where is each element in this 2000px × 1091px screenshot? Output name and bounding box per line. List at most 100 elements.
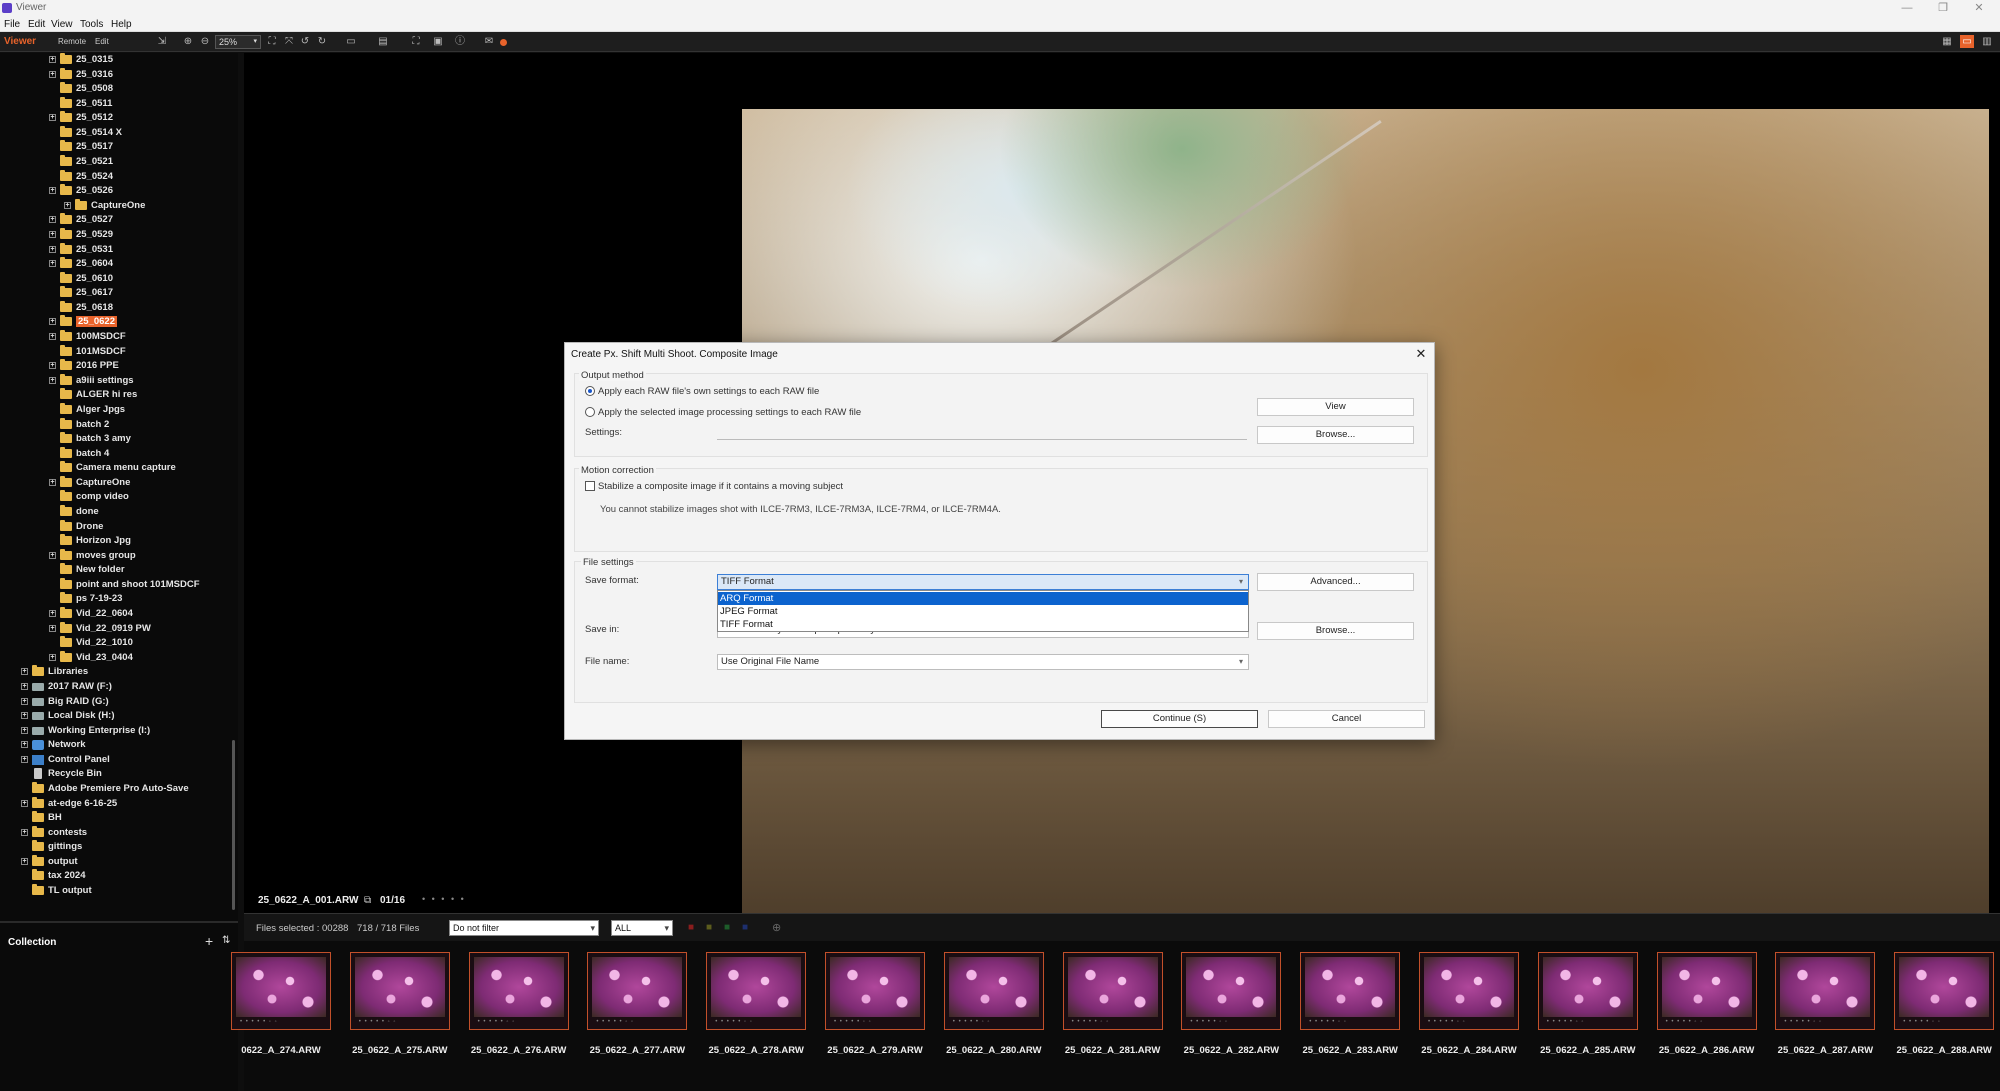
thumbnail-rating[interactable]: • • • • • ◦ ◦ bbox=[478, 1019, 516, 1025]
menu-file[interactable]: File bbox=[4, 19, 20, 30]
filmstrip-thumbnail[interactable]: • • • • • ◦ ◦ bbox=[1537, 952, 1638, 1030]
thumbnail-rating[interactable]: • • • • • ◦ ◦ bbox=[1547, 1019, 1585, 1025]
filmstrip-thumbnail[interactable]: • • • • • ◦ ◦ bbox=[1775, 952, 1876, 1030]
thumbnail-rating[interactable]: • • • • • ◦ ◦ bbox=[1190, 1019, 1228, 1025]
filmstrip-thumbnail[interactable]: • • • • • ◦ ◦ bbox=[468, 952, 569, 1030]
close-window-icon[interactable]: ✕ bbox=[1968, 1, 1990, 15]
filmstrip-thumbnail[interactable]: • • • • • ◦ ◦ bbox=[1656, 952, 1757, 1030]
file-name-select[interactable]: Use Original File Name ▾ bbox=[717, 654, 1249, 670]
expand-icon[interactable]: + bbox=[49, 362, 56, 369]
filmstrip-thumbnail[interactable]: • • • • • ◦ ◦ bbox=[825, 952, 925, 1030]
actual-size-icon[interactable]: ⤧ bbox=[282, 35, 296, 48]
expand-icon[interactable]: + bbox=[49, 333, 56, 340]
expand-icon[interactable]: + bbox=[21, 712, 28, 719]
expand-icon[interactable]: + bbox=[49, 654, 56, 661]
thumbnail-rating[interactable]: • • • • • ◦ ◦ bbox=[715, 1019, 753, 1025]
expand-icon[interactable]: + bbox=[21, 683, 28, 690]
thumbnail-rating[interactable]: • • • • • ◦ ◦ bbox=[1309, 1019, 1347, 1025]
expand-icon[interactable]: + bbox=[64, 202, 71, 209]
expand-icon[interactable]: + bbox=[49, 114, 56, 121]
rotate-right-icon[interactable]: ↻ bbox=[315, 35, 329, 48]
filmstrip-thumbnail[interactable]: • • • • • ◦ ◦ bbox=[1181, 952, 1282, 1030]
menu-edit[interactable]: Edit bbox=[28, 19, 45, 30]
filmstrip-thumbnail[interactable]: • • • • • ◦ ◦ bbox=[943, 952, 1044, 1030]
expand-icon[interactable]: + bbox=[49, 625, 56, 632]
mail-icon[interactable]: ✉ bbox=[482, 35, 496, 48]
expand-icon[interactable]: + bbox=[49, 231, 56, 238]
format-option-arq[interactable]: ARQ Format bbox=[718, 592, 1248, 605]
tree-scrollbar[interactable] bbox=[232, 740, 235, 910]
rating-dots[interactable]: • • • • • bbox=[422, 894, 466, 904]
thumbnail-rating[interactable]: • • • • • ◦ ◦ bbox=[1903, 1019, 1941, 1025]
apply-selected-settings-radio[interactable] bbox=[585, 407, 595, 417]
thumbnail-rating[interactable]: • • • • • ◦ ◦ bbox=[240, 1019, 278, 1025]
filmstrip-thumbnail[interactable]: • • • • • ◦ ◦ bbox=[231, 952, 331, 1030]
continue-button[interactable]: Continue (S) bbox=[1101, 710, 1258, 728]
close-icon[interactable]: ✕ bbox=[1413, 346, 1429, 362]
zoom-in-icon[interactable]: ⊕ bbox=[181, 35, 195, 48]
filmstrip-thumbnail[interactable]: • • • • • ◦ ◦ bbox=[706, 952, 807, 1030]
filmstrip-thumbnail[interactable]: • • • • • ◦ ◦ bbox=[1300, 952, 1401, 1030]
save-format-select[interactable]: TIFF Format ▾ bbox=[717, 574, 1249, 590]
format-option-tiff[interactable]: TIFF Format bbox=[718, 618, 1248, 631]
export-icon[interactable]: ⇲ bbox=[155, 35, 169, 48]
thumbnail-rating[interactable]: • • • • • ◦ ◦ bbox=[1784, 1019, 1822, 1025]
collection-menu-icon[interactable]: ⇅ bbox=[222, 935, 230, 946]
expand-icon[interactable]: + bbox=[21, 756, 28, 763]
zoom-select[interactable]: 25% ▾ bbox=[215, 35, 261, 49]
expand-icon[interactable]: + bbox=[21, 668, 28, 675]
save-in-browse-button[interactable]: Browse... bbox=[1257, 622, 1414, 640]
apply-own-settings-radio[interactable] bbox=[585, 386, 595, 396]
scope-select[interactable]: ALL ▾ bbox=[611, 920, 673, 936]
label-red-icon[interactable]: ■ bbox=[688, 922, 694, 933]
minimize-icon[interactable]: — bbox=[1896, 1, 1918, 15]
expand-icon[interactable]: + bbox=[49, 216, 56, 223]
expand-icon[interactable]: + bbox=[49, 187, 56, 194]
split-view-icon[interactable]: ▥ bbox=[1980, 35, 1994, 48]
expand-icon[interactable]: + bbox=[21, 698, 28, 705]
notification-icon[interactable] bbox=[500, 39, 507, 46]
expand-icon[interactable]: + bbox=[21, 829, 28, 836]
zoom-out-icon[interactable]: ⊖ bbox=[198, 35, 212, 48]
mode-remote-tab[interactable]: Remote bbox=[58, 37, 86, 46]
filmstrip-thumbnail[interactable]: • • • • • ◦ ◦ bbox=[1894, 952, 1995, 1030]
advanced-button[interactable]: Advanced... bbox=[1257, 573, 1414, 591]
thumbnail-rating[interactable]: • • • • • ◦ ◦ bbox=[1666, 1019, 1704, 1025]
mode-viewer-tab[interactable]: Viewer bbox=[4, 36, 36, 47]
grid-icon[interactable]: ▤ bbox=[376, 35, 390, 48]
expand-icon[interactable]: + bbox=[49, 246, 56, 253]
compare-icon[interactable]: ▭ bbox=[344, 35, 358, 48]
filter-select[interactable]: Do not filter ▾ bbox=[449, 920, 599, 936]
cancel-button[interactable]: Cancel bbox=[1268, 710, 1425, 728]
label-yellow-icon[interactable]: ■ bbox=[706, 922, 712, 933]
expand-icon[interactable]: + bbox=[49, 479, 56, 486]
thumbnail-rating[interactable]: • • • • • ◦ ◦ bbox=[1072, 1019, 1110, 1025]
expand-icon[interactable]: + bbox=[49, 377, 56, 384]
menu-view[interactable]: View bbox=[51, 19, 73, 30]
mode-edit-tab[interactable]: Edit bbox=[95, 37, 109, 46]
image-icon[interactable]: ▣ bbox=[431, 35, 445, 48]
view-button[interactable]: View bbox=[1257, 398, 1414, 416]
expand-icon[interactable]: + bbox=[21, 800, 28, 807]
settings-browse-button[interactable]: Browse... bbox=[1257, 426, 1414, 444]
fit-icon[interactable]: ⛶ bbox=[265, 35, 279, 48]
expand-icon[interactable]: + bbox=[49, 552, 56, 559]
filmstrip-thumbnail[interactable]: • • • • • ◦ ◦ bbox=[349, 952, 450, 1030]
menu-tools[interactable]: Tools bbox=[80, 19, 103, 30]
add-collection-icon[interactable]: + bbox=[205, 933, 213, 949]
thumbnail-rating[interactable]: • • • • • ◦ ◦ bbox=[1428, 1019, 1466, 1025]
thumbnail-rating[interactable]: • • • • • ◦ ◦ bbox=[834, 1019, 872, 1025]
filmstrip-thumbnail[interactable]: • • • • • ◦ ◦ bbox=[1062, 952, 1163, 1030]
thumbnail-rating[interactable]: • • • • • ◦ ◦ bbox=[359, 1019, 397, 1025]
expand-icon[interactable]: + bbox=[21, 858, 28, 865]
expand-icon[interactable]: + bbox=[21, 727, 28, 734]
filmstrip-thumbnail[interactable]: • • • • • ◦ ◦ bbox=[587, 952, 688, 1030]
thumbnail-rating[interactable]: • • • • • ◦ ◦ bbox=[596, 1019, 634, 1025]
stabilize-checkbox[interactable] bbox=[585, 481, 595, 491]
format-option-jpeg[interactable]: JPEG Format bbox=[718, 605, 1248, 618]
rotate-left-icon[interactable]: ↺ bbox=[298, 35, 312, 48]
settings-field[interactable] bbox=[717, 439, 1247, 440]
expand-icon[interactable]: + bbox=[49, 260, 56, 267]
expand-icon[interactable]: + bbox=[49, 56, 56, 63]
expand-icon[interactable]: + bbox=[49, 610, 56, 617]
